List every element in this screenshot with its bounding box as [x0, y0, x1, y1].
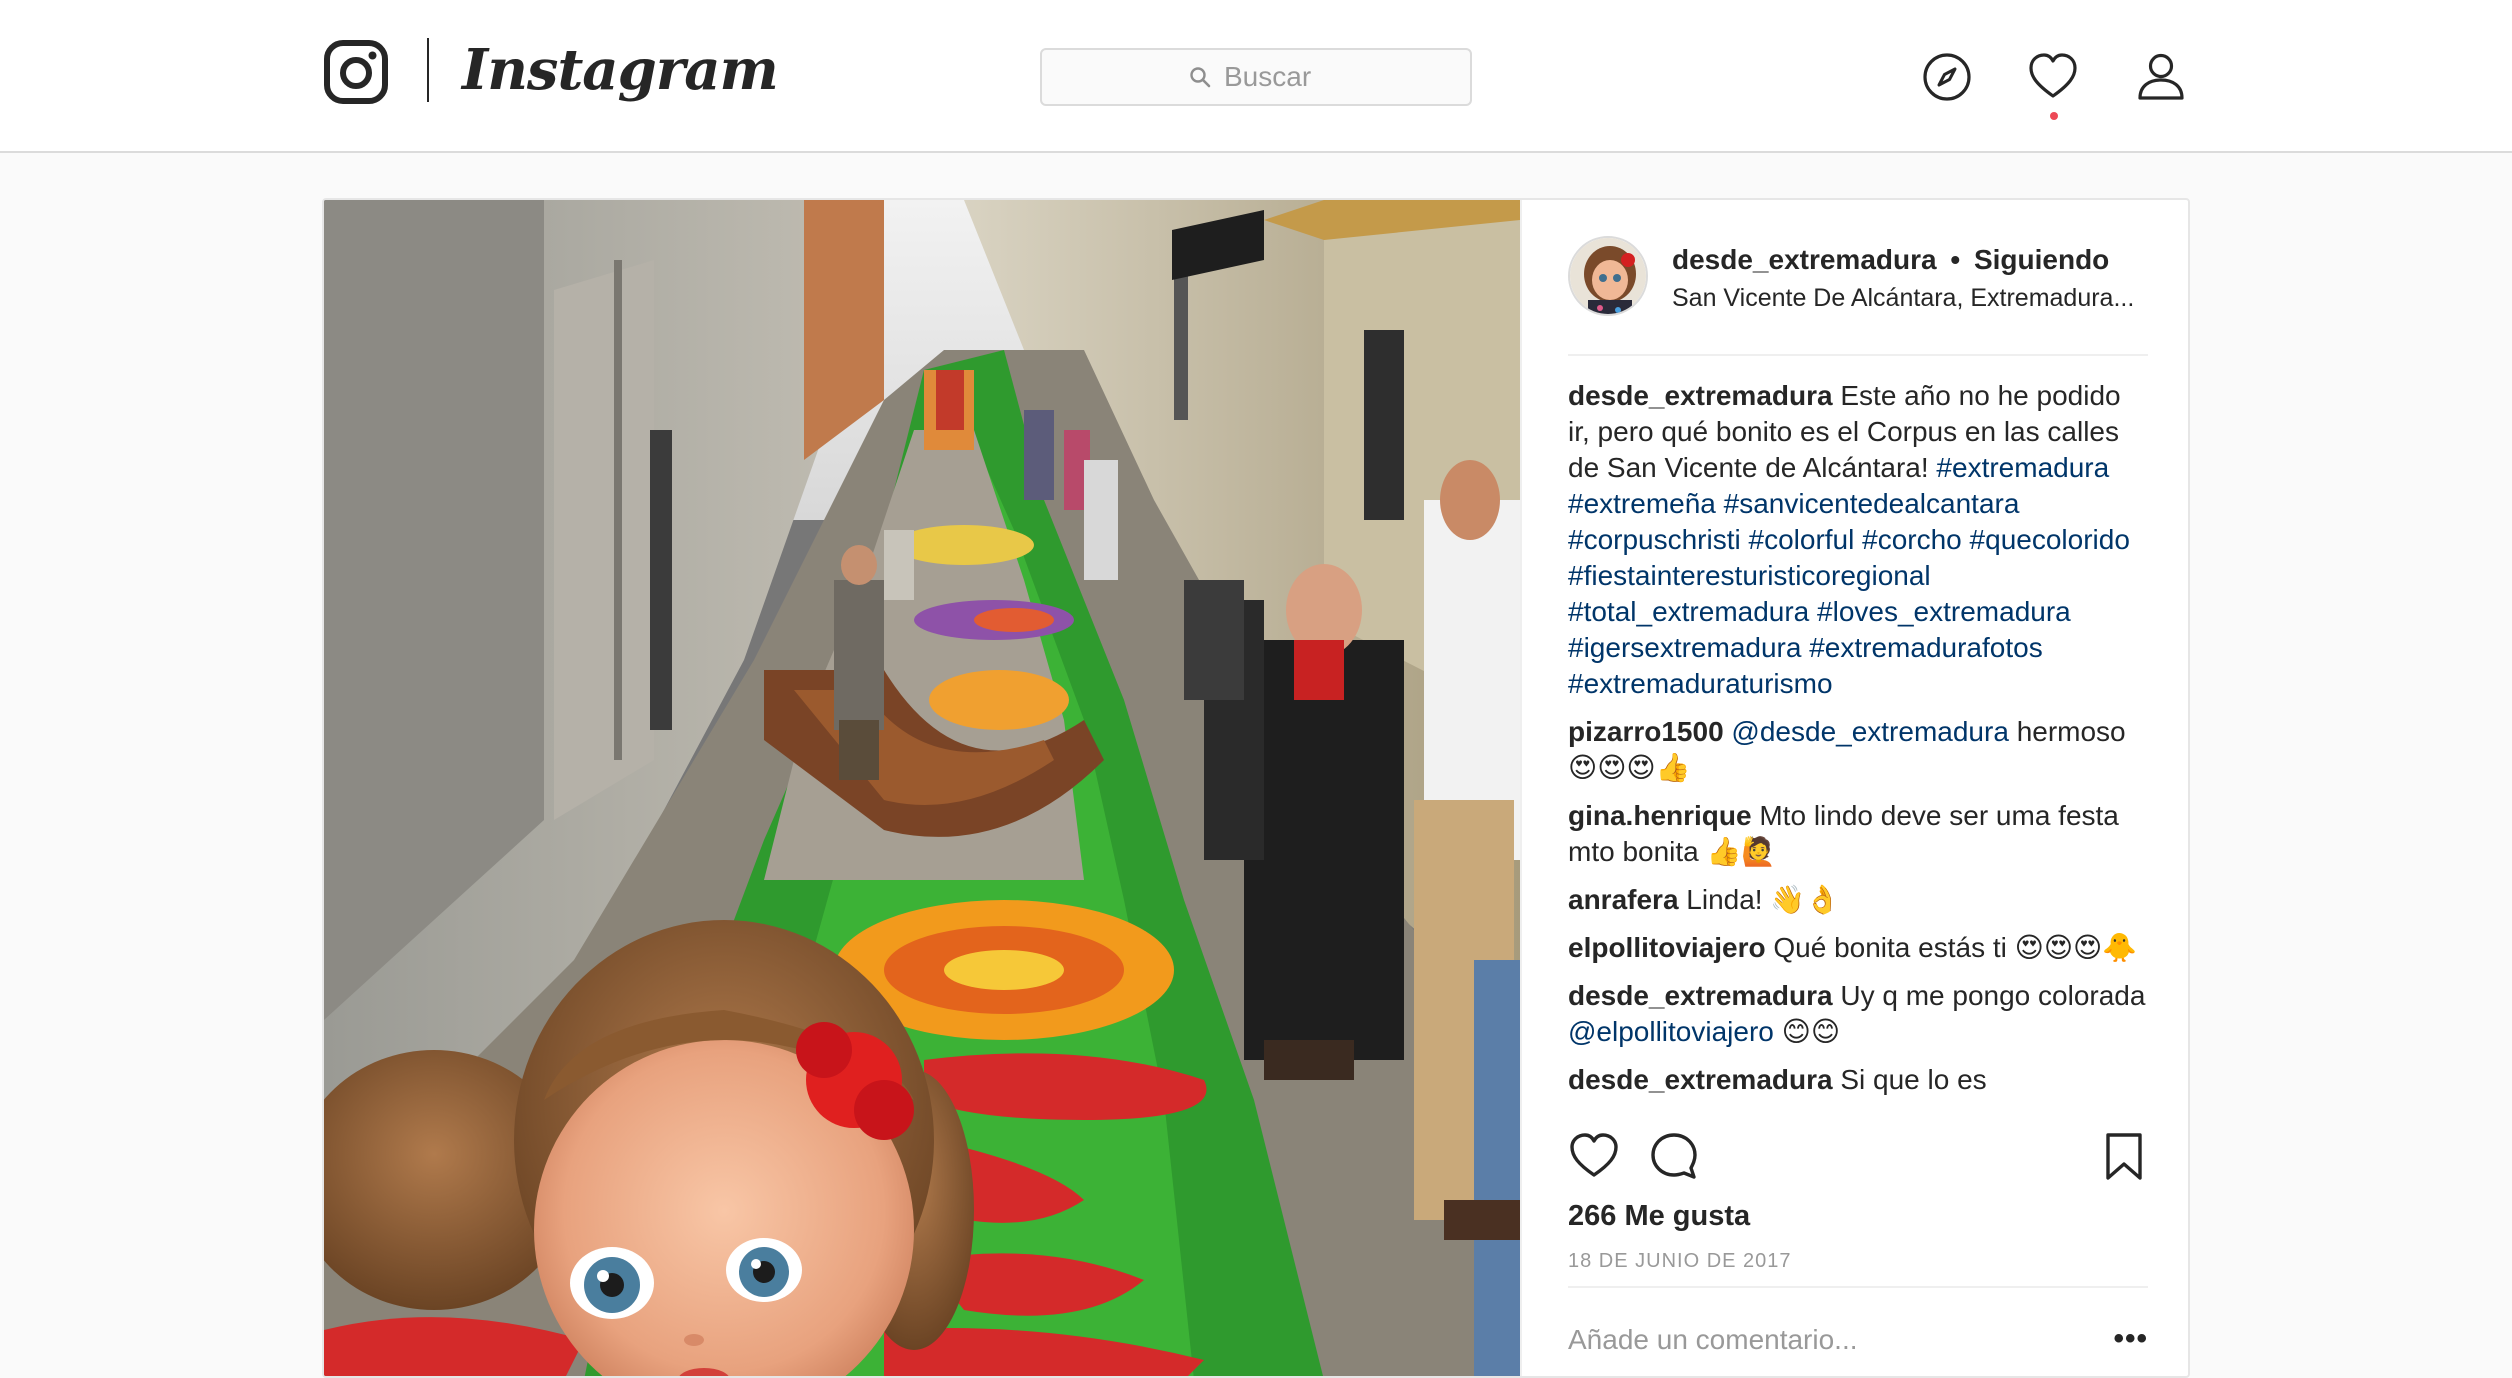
hashtag[interactable]: #total_extremadura	[1568, 596, 1809, 627]
comment-item: elpollitoviajero Qué bonita estás ti 😍😍😍…	[1568, 930, 2148, 966]
likes-count[interactable]: 266 Me gusta	[1568, 1200, 1750, 1233]
hashtag[interactable]: #sanvicentedealcantara	[1724, 488, 2020, 519]
logo-divider	[427, 38, 429, 102]
street-carpet-photo	[324, 200, 1520, 1376]
hashtag[interactable]: #extremadurafotos	[1809, 632, 2042, 663]
hashtag[interactable]: #colorful	[1749, 524, 1855, 555]
more-options-button[interactable]: •••	[2113, 1322, 2148, 1356]
hashtag[interactable]: #fiestainteresturisticoregional	[1568, 560, 1931, 591]
caption-username[interactable]: desde_extremadura	[1568, 380, 1833, 411]
comment-item: desde_extremadura Uy q me pongo colorada…	[1568, 978, 2148, 1050]
bookmark-icon[interactable]	[2098, 1130, 2150, 1182]
post-card: desde_extremadura • Siguiendo San Vicent…	[322, 198, 2190, 1378]
post-side-panel: desde_extremadura • Siguiendo San Vicent…	[1520, 200, 2188, 1376]
comments-list[interactable]: desde_extremadura Este año no he podido …	[1568, 378, 2148, 1110]
comment-username[interactable]: gina.henrique	[1568, 800, 1752, 831]
comment-item: desde_extremadura Si que lo es	[1568, 1062, 2148, 1098]
comment-text: Uy q me pongo colorada	[1840, 980, 2146, 1011]
author-avatar[interactable]	[1568, 236, 1648, 316]
hashtag[interactable]: #corcho	[1862, 524, 1962, 555]
profile-icon[interactable]	[2134, 50, 2188, 104]
hashtag[interactable]: #corpuschristi	[1568, 524, 1741, 555]
hashtag[interactable]: #extremaduraturismo	[1568, 668, 1833, 699]
compass-icon[interactable]	[1920, 50, 1974, 104]
search-icon	[1190, 67, 1211, 88]
search-input[interactable]	[1224, 61, 1324, 93]
hashtag[interactable]: #igersextremadura	[1568, 632, 1801, 663]
comment-username[interactable]: desde_extremadura	[1568, 980, 1833, 1011]
comment-item: anrafera Linda! 👋👌	[1568, 882, 2148, 918]
comment-username[interactable]: anrafera	[1568, 884, 1679, 915]
comment-text: Linda! 👋👌	[1686, 884, 1841, 915]
heart-icon[interactable]	[2026, 50, 2080, 104]
post-date[interactable]: 18 DE JUNIO DE 2017	[1568, 1250, 1792, 1273]
instagram-camera-icon[interactable]	[324, 40, 388, 104]
post-location[interactable]: San Vicente De Alcántara, Extremadura...	[1672, 284, 2152, 313]
hashtag[interactable]: #extremeña	[1568, 488, 1716, 519]
instagram-wordmark[interactable]: Instagram	[462, 30, 779, 110]
search-box[interactable]	[1040, 48, 1472, 106]
add-comment-row: •••	[1568, 1286, 2148, 1376]
hashtag[interactable]: #extremadura	[1936, 452, 2109, 483]
hashtag[interactable]: #loves_extremadura	[1817, 596, 2071, 627]
comment-mention[interactable]: @desde_extremadura	[1731, 716, 2008, 747]
comment-item: pizarro1500 @desde_extremadura hermoso 😍…	[1568, 714, 2148, 786]
comment-text: 😊😊	[1781, 1016, 1841, 1047]
comment-bubble-icon[interactable]	[1648, 1130, 1700, 1182]
comment-item: gina.henrique Mto lindo deve ser uma fes…	[1568, 798, 2148, 870]
comment-text: Qué bonita estás ti 😍😍😍🐥	[1773, 932, 2138, 963]
author-row: desde_extremadura • Siguiendo	[1672, 244, 2109, 276]
hashtag[interactable]: #quecolorido	[1970, 524, 2130, 555]
comment-text: Si que lo es	[1840, 1064, 1987, 1095]
comment-username[interactable]: elpollitoviajero	[1568, 932, 1766, 963]
header-separator: •	[1950, 244, 1961, 275]
post-header: desde_extremadura • Siguiendo San Vicent…	[1568, 236, 2148, 356]
comment-username[interactable]: desde_extremadura	[1568, 1064, 1833, 1095]
author-username[interactable]: desde_extremadura	[1672, 244, 1937, 275]
like-heart-icon[interactable]	[1568, 1130, 1620, 1182]
caption: desde_extremadura Este año no he podido …	[1568, 378, 2148, 702]
notification-dot	[2050, 112, 2058, 120]
add-comment-input[interactable]	[1568, 1324, 2068, 1356]
following-button[interactable]: Siguiendo	[1974, 244, 2109, 275]
post-photo[interactable]	[324, 200, 1520, 1376]
top-navigation-bar: Instagram	[0, 0, 2512, 153]
comment-username[interactable]: pizarro1500	[1568, 716, 1724, 747]
post-actions	[1568, 1130, 2148, 1190]
comment-mention[interactable]: @elpollitoviajero	[1568, 1016, 1774, 1047]
